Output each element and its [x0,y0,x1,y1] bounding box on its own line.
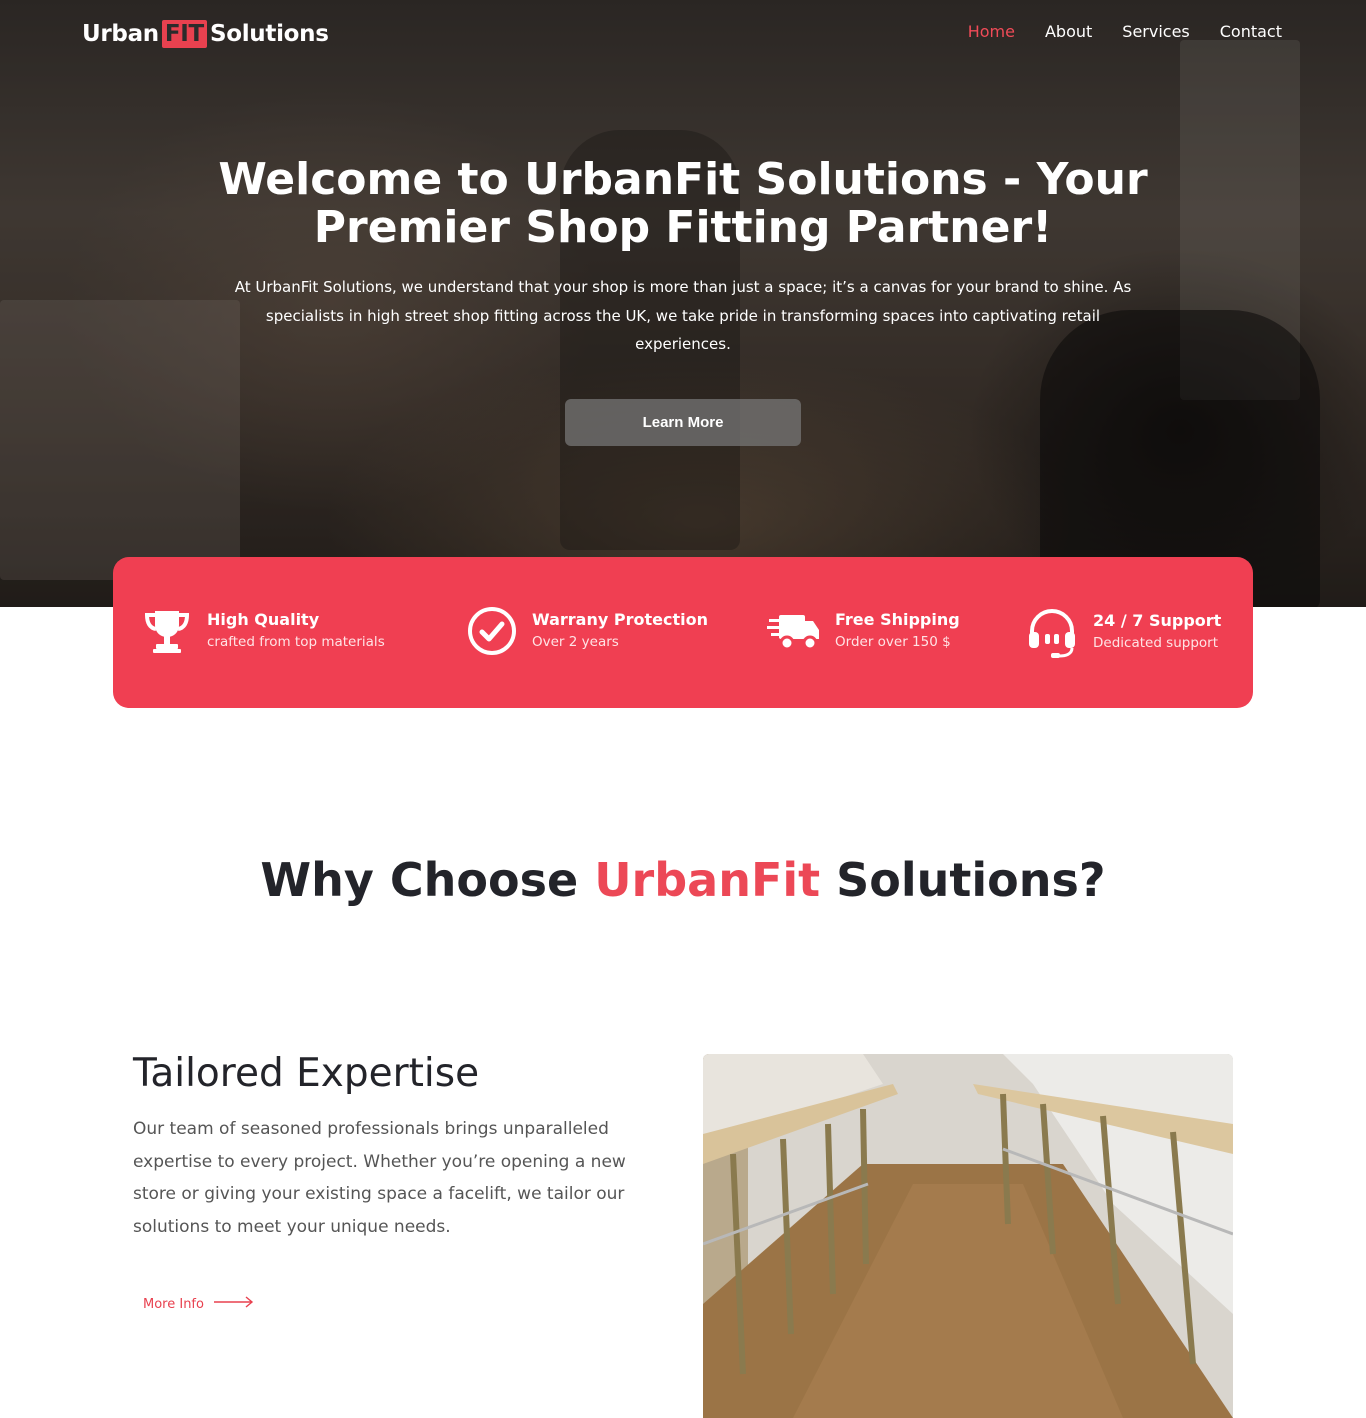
feature-high-quality: High Quality crafted from top materials [141,605,385,657]
learn-more-button[interactable]: Learn More [565,399,801,446]
logo-text-urban: Urban [82,21,159,47]
nav-link-services[interactable]: Services [1122,22,1189,41]
delivery-truck-icon [767,605,821,657]
headset-icon [1025,605,1079,659]
feature-free-shipping: Free Shipping Order over 150 $ [767,605,960,657]
logo-text-fit: FIT [161,20,207,48]
feature-title: Free Shipping [835,610,960,629]
expertise-title: Tailored Expertise [133,1051,480,1096]
feature-subtitle: Order over 150 $ [835,634,951,650]
nav-link-home[interactable]: Home [968,22,1015,41]
expertise-description: Our team of seasoned professionals bring… [133,1119,626,1237]
feature-subtitle: Over 2 years [532,634,619,650]
logo-text-solutions: Solutions [209,21,329,47]
trophy-icon [141,605,193,657]
shop-fitting-photo [703,1054,1233,1418]
feature-subtitle: Dedicated support [1093,635,1219,651]
site-logo[interactable]: Urban FIT Solutions [82,18,329,50]
more-info-label: More Info [143,1296,204,1312]
arrow-right-icon [213,1296,255,1312]
feature-subtitle: crafted from top materials [207,634,385,650]
features-bar: High Quality crafted from top materials … [113,557,1253,708]
feature-warranty: Warrany Protection Over 2 years [466,605,708,657]
feature-title: Warrany Protection [532,610,708,629]
main-nav: Home About Services Contact [968,22,1282,41]
more-info-link[interactable]: More Info [143,1296,255,1312]
feature-title: High Quality [207,610,320,629]
shop-interior-illustration [703,1054,1233,1418]
feature-support: 24 / 7 Support Dedicated support [1025,605,1221,659]
why-title-prefix: Why Choose [260,853,595,907]
nav-link-contact[interactable]: Contact [1220,22,1282,41]
hero-title: Welcome to UrbanFit Solutions - Your Pre… [218,154,1148,253]
nav-link-about[interactable]: About [1045,22,1092,41]
check-circle-icon [466,605,518,657]
why-title-suffix: Solutions? [820,853,1106,907]
hero-description: At UrbanFit Solutions, we understand tha… [234,278,1132,353]
hero-section: Urban FIT Solutions Home About Services … [0,0,1366,607]
why-choose-heading: Why Choose UrbanFit Solutions? [0,852,1366,908]
feature-title: 24 / 7 Support [1093,611,1222,630]
why-title-accent: UrbanFit [594,853,821,907]
